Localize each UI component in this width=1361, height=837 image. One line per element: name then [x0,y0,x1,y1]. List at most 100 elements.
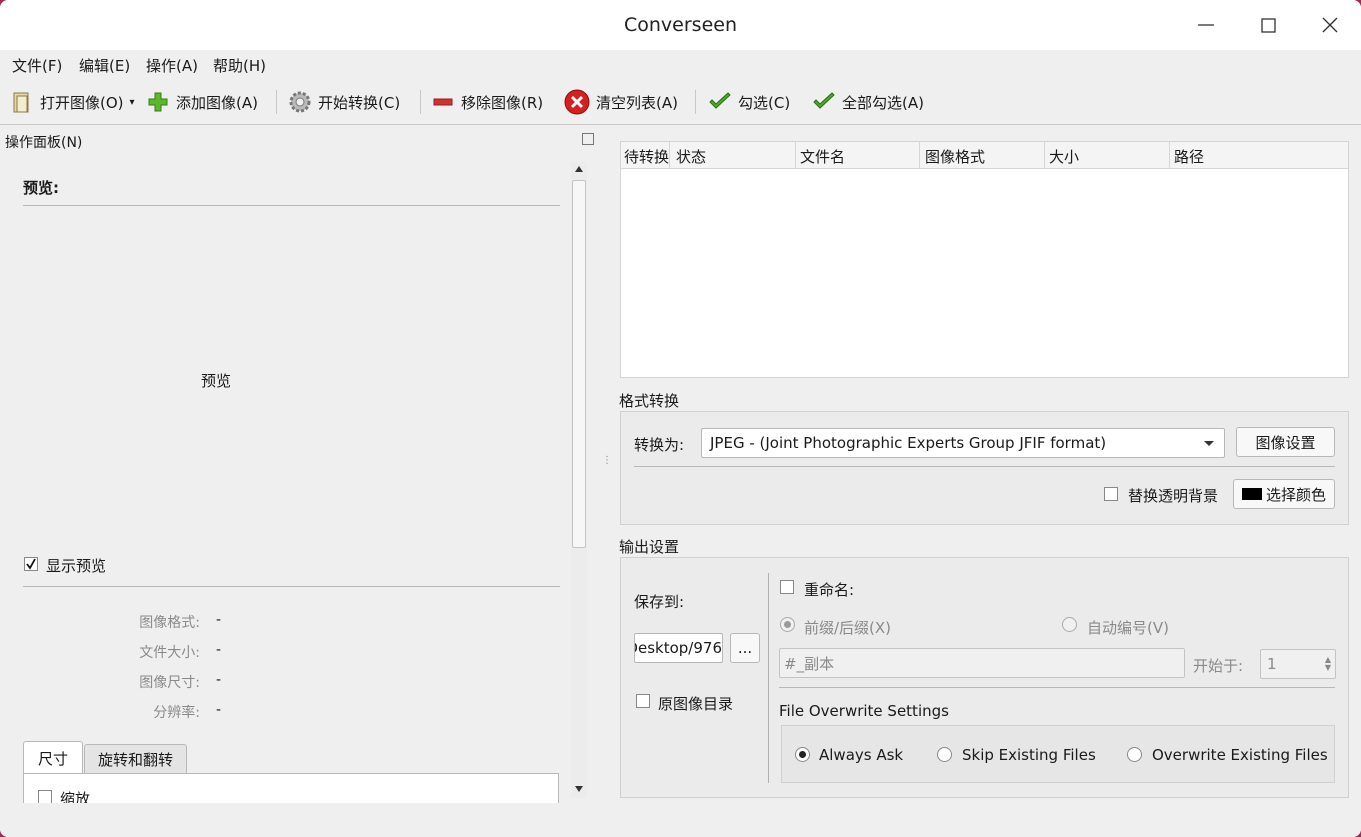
add-image-label: 添加图像(A) [176,93,258,112]
toolbar: 打开图像(O) ▾ 添加图像(A) 开始转换(C) 移除图像(R) 清空列表(A… [0,78,1361,125]
action-panel: 操作面板(N) 预览: 预览 显示预览 图像格式: - 文件大小: - 图像尺寸… [0,125,600,815]
check-button[interactable]: 勾选(C) [708,88,790,116]
tab-rotate-flip[interactable]: 旋转和翻转 [84,744,187,774]
rename-label: 重命名: [804,581,855,599]
save-path-input[interactable]: 976/Desktop [634,633,723,663]
choose-color-button[interactable]: 选择颜色 [1233,479,1335,509]
replace-bg-checkbox[interactable] [1104,487,1118,501]
maximize-button[interactable] [1251,10,1285,40]
clear-list-button[interactable]: 清空列表(A) [564,88,678,116]
info-format-label: 图像格式: [139,615,200,631]
dropdown-arrow-icon[interactable]: ▾ [130,97,135,108]
overwrite-existing-radio[interactable] [1127,747,1142,762]
scale-label: 缩放 [60,790,91,803]
always-ask-radio[interactable] [795,747,810,762]
column-header[interactable]: 路径 [1174,146,1204,167]
convert-to-label: 转换为: [634,436,685,454]
auto-number-radio[interactable] [1062,617,1077,632]
original-dir-label: 原图像目录 [658,695,734,713]
plus-icon [146,90,170,114]
divider [634,466,1335,467]
title-bar: Converseen [0,0,1361,50]
vertical-divider [768,573,769,783]
skip-existing-label: Skip Existing Files [962,746,1096,764]
remove-image-button[interactable]: 移除图像(R) [431,88,543,116]
checkmark-icon [812,90,836,114]
overwrite-group: Always Ask Skip Existing Files Overwrite… [781,725,1335,783]
window-title: Converseen [624,14,737,36]
check-all-button[interactable]: 全部勾选(A) [812,88,924,116]
overwrite-existing-label: Overwrite Existing Files [1152,746,1328,764]
scroll-down-icon[interactable] [575,786,583,792]
column-separator [669,142,670,168]
clear-x-icon [564,89,590,115]
original-dir-checkbox[interactable] [636,694,650,708]
image-settings-button[interactable]: 图像设置 [1236,427,1335,457]
scroll-up-icon[interactable] [575,166,583,172]
minimize-icon [1198,24,1214,26]
minus-icon [431,90,455,114]
status-bar [0,815,1361,837]
start-at-value: 1 [1267,655,1277,673]
menu-action[interactable]: 操作(A) [146,55,198,76]
column-separator [795,142,796,168]
column-header[interactable]: 待转换 [624,146,669,167]
scale-checkbox[interactable] [38,790,52,803]
table-header: 待转换 状态 文件名 图像格式 大小 路径 [621,142,1348,169]
divider [23,205,560,206]
image-table[interactable]: 待转换 状态 文件名 图像格式 大小 路径 [620,141,1349,378]
column-header[interactable]: 图像格式 [925,146,985,167]
menu-help[interactable]: 帮助(H) [213,55,266,76]
check-label: 勾选(C) [738,93,791,112]
info-dimensions-value: - [216,672,222,688]
radio-dot-icon [799,751,806,758]
add-image-button[interactable]: 添加图像(A) [146,88,258,116]
rename-checkbox[interactable] [780,580,794,594]
rename-pattern-input[interactable]: #_副本 [779,648,1185,678]
panel-scrollbar[interactable] [571,162,587,798]
start-at-label: 开始于: [1193,657,1244,675]
overwrite-title: File Overwrite Settings [779,702,949,720]
start-convert-button[interactable]: 开始转换(C) [288,88,400,116]
prefix-suffix-radio[interactable] [780,617,795,632]
auto-number-label: 自动编号(V) [1087,619,1169,637]
toolbar-separator [695,90,696,114]
panel-title: 操作面板(N) [5,135,83,151]
info-format-value: - [216,612,222,628]
choose-color-label: 选择颜色 [1265,485,1326,504]
browse-button[interactable]: ... [730,633,760,663]
show-preview-checkbox[interactable] [24,557,38,571]
minimize-button[interactable] [1189,10,1223,40]
tab-content-size: 缩放 [23,773,559,803]
info-dimensions-label: 图像尺寸: [139,675,200,691]
info-resolution-value: - [216,702,222,718]
menu-file[interactable]: 文件(F) [12,55,62,76]
menu-edit[interactable]: 编辑(E) [79,55,130,76]
output-group-title: 输出设置 [619,538,680,556]
maximize-icon [1261,18,1276,33]
start-at-spinbox[interactable]: 1 ▲ ▼ [1260,649,1336,679]
format-select[interactable]: JPEG - (Joint Photographic Experts Group… [701,428,1225,458]
column-separator [1044,142,1045,168]
scroll-thumb[interactable] [572,180,586,548]
menu-bar: 文件(F) 编辑(E) 操作(A) 帮助(H) [0,50,1361,78]
column-header[interactable]: 状态 [676,146,706,167]
always-ask-label: Always Ask [819,746,904,764]
divider [23,586,560,587]
info-resolution-label: 分辨率: [153,705,200,721]
skip-existing-radio[interactable] [937,747,952,762]
app-window: Converseen 文件(F) 编辑(E) 操作(A) 帮助(H) 打开图像(… [0,0,1361,837]
preview-placeholder: 预览 [201,372,232,390]
column-header[interactable]: 大小 [1049,146,1079,167]
column-header[interactable]: 文件名 [800,146,845,167]
column-separator [919,142,920,168]
format-group-title: 格式转换 [619,392,680,410]
gear-icon [288,90,312,114]
tab-size[interactable]: 尺寸 [23,741,83,775]
spin-arrows-icon[interactable]: ▲ ▼ [1325,656,1331,672]
open-image-button[interactable]: 打开图像(O) ▾ [10,88,135,116]
divider [779,687,1335,688]
close-button[interactable] [1313,10,1347,40]
float-panel-icon[interactable] [582,133,594,145]
close-icon [1322,17,1338,33]
